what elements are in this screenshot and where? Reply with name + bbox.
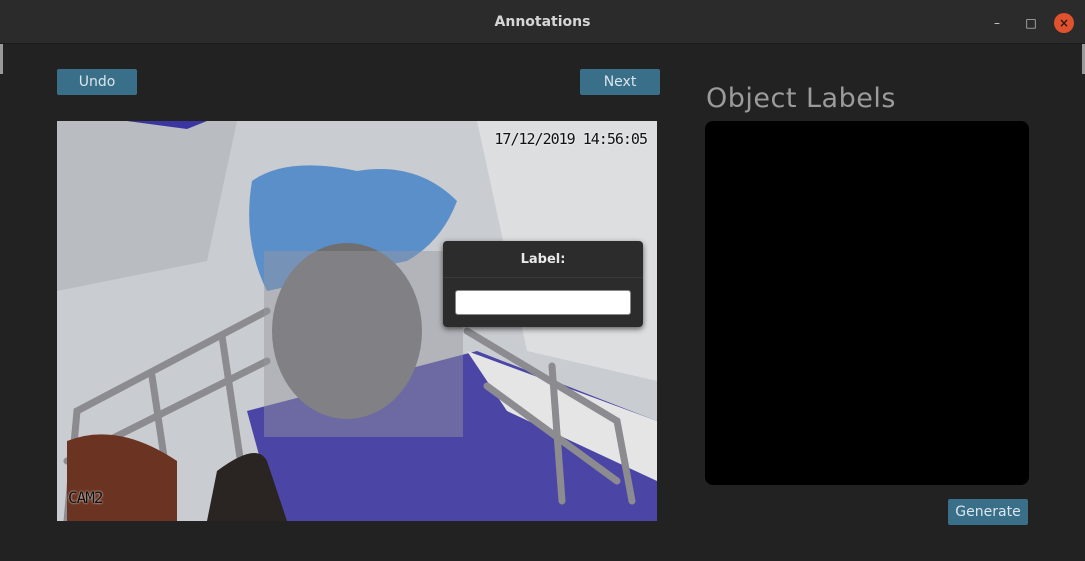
generate-button[interactable]: Generate: [948, 499, 1028, 525]
annotation-image[interactable]: 17/12/2019 14:56:05 CAM2 Label:: [57, 121, 657, 521]
maximize-button[interactable]: □: [1021, 13, 1041, 33]
close-button[interactable]: ×: [1054, 13, 1074, 33]
label-dialog: Label:: [443, 241, 643, 327]
window-title: Annotations: [494, 14, 591, 30]
title-bar: Annotations – □ ×: [0, 0, 1085, 44]
main-content: Undo Next 17/12/2019 14:56:05 CAM2 Label…: [0, 44, 1085, 561]
minimize-button[interactable]: –: [987, 13, 1007, 33]
undo-button[interactable]: Undo: [57, 69, 137, 95]
label-input[interactable]: [455, 290, 631, 315]
object-labels-heading: Object Labels: [706, 83, 896, 114]
object-labels-list[interactable]: [705, 121, 1029, 485]
camera-name: CAM2: [68, 488, 104, 507]
next-button[interactable]: Next: [580, 69, 660, 95]
left-edge-handle: [0, 44, 3, 74]
label-dialog-title: Label:: [443, 241, 643, 278]
camera-timestamp: 17/12/2019 14:56:05: [494, 130, 648, 148]
bounding-box-selection[interactable]: [264, 251, 463, 437]
